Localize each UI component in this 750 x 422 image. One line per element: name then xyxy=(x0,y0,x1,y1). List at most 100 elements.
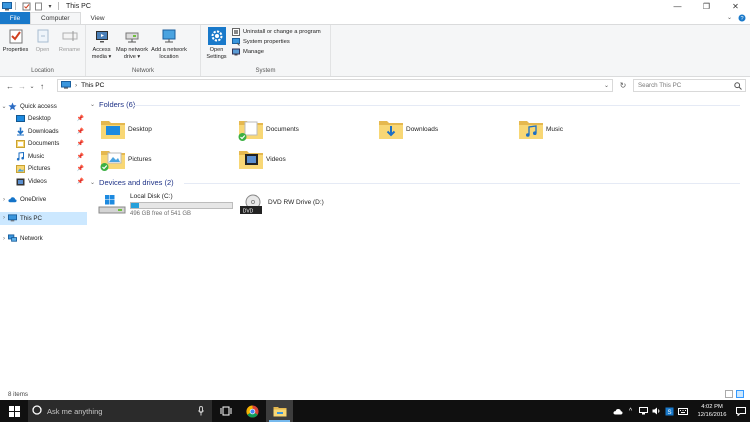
search-input[interactable]: Search This PC xyxy=(638,82,681,89)
star-icon xyxy=(8,102,17,111)
ribbon-right-controls: ⌄ ? xyxy=(727,14,746,24)
drive-free-space: 496 GB free of 541 GB xyxy=(130,211,192,217)
manage-label: Manage xyxy=(243,49,264,55)
drive-name: DVD RW Drive (D:) xyxy=(268,199,324,206)
collapsed-chevron-icon[interactable]: › xyxy=(0,215,8,221)
title-bar: ▾ This PC — ❐ ✕ xyxy=(0,0,750,12)
tab-file[interactable]: File xyxy=(0,12,30,24)
drive-d[interactable]: DVD DVD RW Drive (D:) xyxy=(238,193,324,217)
notifications-button[interactable] xyxy=(732,400,750,422)
system-properties-button[interactable]: System properties xyxy=(232,38,321,46)
action-center-app-icon[interactable]: S xyxy=(664,400,675,422)
music-icon xyxy=(16,151,25,161)
folder-pictures[interactable]: Pictures xyxy=(100,145,151,173)
separator xyxy=(58,2,59,10)
nav-item-desktop[interactable]: Desktop 📌 xyxy=(0,113,87,126)
add-network-location-icon xyxy=(160,27,178,45)
properties-label: Properties xyxy=(2,47,29,53)
drives-section-header[interactable]: ⌄ Devices and drives (2) xyxy=(90,178,174,187)
window-title: This PC xyxy=(66,2,91,10)
breadcrumb-chevron-icon[interactable]: › xyxy=(75,82,77,89)
tab-computer[interactable]: Computer xyxy=(30,12,81,24)
drive-usage-bar xyxy=(130,202,233,209)
nav-item-downloads[interactable]: Downloads 📌 xyxy=(0,125,87,138)
folder-videos[interactable]: Videos xyxy=(238,145,286,173)
drive-d-info: DVD RW Drive (D:) xyxy=(268,193,324,217)
location-group: Properties Open Rename Location xyxy=(0,25,86,76)
breadcrumb-this-pc[interactable]: This PC xyxy=(81,82,104,89)
clock-time: 4:02 PM xyxy=(701,404,723,410)
tiles-view-icon[interactable] xyxy=(736,390,744,398)
collapsed-chevron-icon[interactable]: › xyxy=(0,197,8,203)
close-button[interactable]: ✕ xyxy=(721,0,750,12)
nav-onedrive[interactable]: › OneDrive xyxy=(0,194,87,207)
properties-icon xyxy=(7,27,25,45)
drive-c[interactable]: Local Disk (C:) 496 GB free of 541 GB xyxy=(98,193,233,217)
new-folder-quick-icon[interactable] xyxy=(33,1,43,11)
forward-button[interactable]: → xyxy=(16,80,28,92)
nav-item-documents[interactable]: Documents 📌 xyxy=(0,138,87,151)
network-tray-icon[interactable] xyxy=(638,400,649,422)
drive-usage-fill xyxy=(131,203,140,208)
access-media-icon xyxy=(93,27,111,45)
chrome-icon xyxy=(246,404,259,418)
nav-item-pictures[interactable]: Pictures 📌 xyxy=(0,163,87,176)
system-properties-icon xyxy=(232,38,240,46)
address-row: ← → ⌄ ↑ › This PC ⌄ ↻ Search This PC xyxy=(0,79,750,93)
search-box[interactable]: Search This PC xyxy=(633,79,746,92)
task-view-button[interactable] xyxy=(212,400,239,422)
folders-section-header[interactable]: ⌄ Folders (6) xyxy=(90,100,135,109)
collapse-ribbon-icon[interactable]: ⌄ xyxy=(727,14,732,24)
manage-button[interactable]: Manage xyxy=(232,48,321,56)
properties-quick-icon[interactable] xyxy=(21,1,31,11)
uninstall-program-button[interactable]: Uninstall or change a program xyxy=(232,28,321,36)
maximize-button[interactable]: ❐ xyxy=(692,0,721,12)
address-bar[interactable]: › This PC ⌄ xyxy=(57,79,613,92)
expanded-chevron-icon[interactable]: ⌄ xyxy=(90,179,95,186)
onedrive-icon xyxy=(8,195,17,204)
microphone-icon[interactable] xyxy=(198,406,204,418)
show-hidden-icons[interactable]: ^ xyxy=(625,400,636,422)
address-dropdown-icon[interactable]: ⌄ xyxy=(604,82,609,89)
folder-downloads[interactable]: Downloads xyxy=(378,115,438,143)
nav-this-pc[interactable]: › This PC xyxy=(0,212,87,225)
system-group-label: System xyxy=(255,68,276,74)
nav-item-label: Documents xyxy=(28,140,60,148)
details-view-icon[interactable] xyxy=(725,390,733,398)
back-button[interactable]: ← xyxy=(4,80,16,92)
minimize-button[interactable]: — xyxy=(663,0,692,12)
expanded-chevron-icon[interactable]: ⌄ xyxy=(0,103,8,110)
nav-item-music[interactable]: Music 📌 xyxy=(0,150,87,163)
nav-network[interactable]: › Network xyxy=(0,233,87,246)
onedrive-tray-icon[interactable] xyxy=(612,400,623,422)
drive-c-info: Local Disk (C:) 496 GB free of 541 GB xyxy=(130,193,233,217)
collapsed-chevron-icon[interactable]: › xyxy=(0,236,8,242)
folder-music[interactable]: Music xyxy=(518,115,563,143)
up-button[interactable]: ↑ xyxy=(36,80,48,92)
help-icon[interactable]: ? xyxy=(738,14,746,24)
taskbar-file-explorer[interactable] xyxy=(266,400,293,422)
taskbar-chrome[interactable] xyxy=(239,400,266,422)
network-group-label: Network xyxy=(131,68,154,74)
refresh-button[interactable]: ↻ xyxy=(617,79,629,92)
cortana-search-input[interactable]: Ask me anything xyxy=(47,407,102,416)
folder-documents[interactable]: Documents xyxy=(238,115,299,143)
pin-icon: 📌 xyxy=(76,141,84,148)
volume-icon[interactable] xyxy=(651,400,662,422)
keyboard-icon[interactable] xyxy=(677,400,688,422)
window-controls: — ❐ ✕ xyxy=(663,0,750,12)
expanded-chevron-icon[interactable]: ⌄ xyxy=(90,101,95,108)
clock[interactable]: 4:02 PM 12/16/2016 xyxy=(692,403,732,419)
tab-view[interactable]: View xyxy=(81,12,115,24)
nav-item-videos[interactable]: Videos 📌 xyxy=(0,175,87,188)
customize-quick-access-icon[interactable]: ▾ xyxy=(45,1,55,11)
start-button[interactable] xyxy=(0,400,28,422)
recent-locations-button[interactable]: ⌄ xyxy=(28,80,36,92)
cortana-search[interactable]: Ask me anything xyxy=(28,400,212,422)
nav-quick-access[interactable]: ⌄ Quick access xyxy=(0,100,87,113)
nav-quick-access-label: Quick access xyxy=(20,102,57,110)
nav-item-label: Videos xyxy=(28,177,47,185)
folder-desktop[interactable]: Desktop xyxy=(100,115,152,143)
pin-icon: 📌 xyxy=(76,128,84,135)
manage-icon xyxy=(232,48,240,56)
